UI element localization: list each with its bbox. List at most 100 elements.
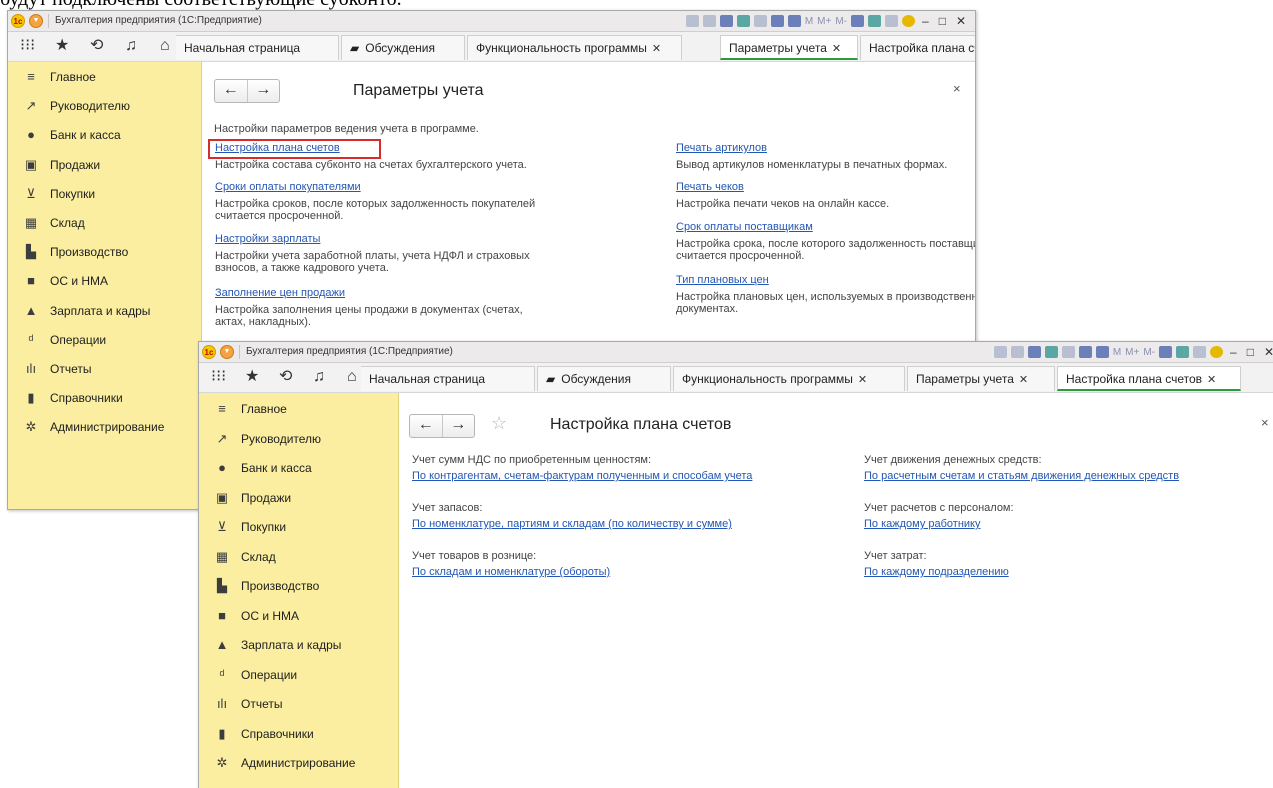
memory-minus-button[interactable]: M- — [1143, 347, 1155, 358]
panels-icon[interactable] — [1176, 346, 1189, 358]
close-tab-icon[interactable]: ✕ — [1207, 374, 1216, 386]
tab-chart-of-accounts[interactable]: Настройка плана счетов✕ — [1057, 366, 1241, 391]
sidebar-item[interactable]: ↗ Руководителю — [199, 425, 398, 453]
calculator-icon[interactable] — [1078, 346, 1092, 358]
notifications-bell-icon[interactable]: ♫ — [125, 38, 137, 54]
save-icon[interactable] — [993, 346, 1007, 358]
setting-value-personnel[interactable]: По каждому работнику — [864, 518, 981, 530]
sidebar-item[interactable]: ▣ Продажи — [199, 484, 398, 512]
close-icon[interactable]: × — [953, 81, 961, 96]
tab-discussions[interactable]: ▰ Обсуждения — [341, 35, 465, 60]
sidebar-item[interactable]: ▦ Склад — [199, 543, 398, 571]
close-tab-icon[interactable]: ✕ — [1019, 374, 1028, 386]
link-print-articles[interactable]: Печать артикулов — [676, 142, 767, 154]
sidebar-item[interactable]: ▮ Справочники — [8, 384, 201, 412]
sidebar-item[interactable]: ▙ Производство — [8, 238, 201, 266]
compare-icon[interactable] — [753, 15, 767, 27]
sidebar-item[interactable]: ● Банк и касса — [8, 121, 201, 149]
link-sales-price-filling[interactable]: Заполнение цен продажи — [215, 287, 345, 299]
tab-functionality[interactable]: Функциональность программы ✕ — [467, 35, 682, 60]
close-window-button[interactable]: ✕ — [953, 14, 969, 28]
forward-arrow-icon[interactable]: → — [248, 80, 280, 102]
tab-discussions[interactable]: ▰ Обсуждения — [537, 366, 671, 391]
apps-grid-icon[interactable]: ⁝⁝⁝ — [211, 369, 226, 385]
sidebar-item[interactable]: ≡ Главное — [8, 63, 201, 91]
sidebar-item[interactable]: ▣ Продажи — [8, 151, 201, 179]
tab-home[interactable]: Начальная страница — [176, 35, 339, 60]
link-icon[interactable] — [736, 15, 750, 27]
user-icon[interactable] — [1193, 346, 1206, 358]
maximize-button[interactable]: □ — [1244, 345, 1257, 359]
link-print-receipts[interactable]: Печать чеков — [676, 181, 744, 193]
setting-value-inventory[interactable]: По номенклатуре, партиям и складам (по к… — [412, 518, 732, 530]
back-arrow-icon[interactable]: ← — [410, 415, 443, 437]
memory-button[interactable]: M — [1113, 347, 1121, 358]
user-icon[interactable] — [885, 15, 898, 27]
home-icon[interactable]: ⌂ — [347, 369, 357, 385]
home-icon[interactable]: ⌂ — [160, 38, 170, 54]
info-icon[interactable] — [1210, 346, 1223, 358]
sidebar-item[interactable]: ✲ Администрирование — [199, 749, 398, 777]
back-arrow-icon[interactable]: ← — [215, 80, 248, 102]
main-menu-icon[interactable]: ▼ — [29, 14, 43, 28]
print-icon[interactable] — [1010, 346, 1024, 358]
tab-chart-of-accounts[interactable]: Настройка плана счетов✕ — [860, 35, 975, 60]
sidebar-item[interactable]: ᵈ Операции — [199, 661, 398, 689]
sidebar-item[interactable]: ✲ Администрирование — [8, 413, 201, 441]
setting-value-costs[interactable]: По каждому подразделению — [864, 566, 1009, 578]
1c-logo-icon[interactable]: 1c — [11, 14, 25, 28]
preview-icon[interactable] — [1027, 346, 1041, 358]
sidebar-item[interactable]: ᵈ Операции — [8, 326, 201, 354]
favorites-star-icon[interactable]: ★ — [245, 369, 259, 385]
sidebar-item[interactable]: ● Банк и касса — [199, 454, 398, 482]
sidebar-item[interactable]: ⊻ Покупки — [199, 513, 398, 541]
close-tab-icon[interactable]: ✕ — [832, 43, 841, 55]
favorites-star-icon[interactable]: ★ — [55, 38, 69, 54]
compare-icon[interactable] — [1061, 346, 1075, 358]
sidebar-item[interactable]: ▙ Производство — [199, 572, 398, 600]
link-planned-price-type[interactable]: Тип плановых цен — [676, 274, 769, 286]
link-customer-payment-terms[interactable]: Сроки оплаты покупателями — [215, 181, 361, 193]
tab-accounting-parameters[interactable]: Параметры учета ✕ — [907, 366, 1055, 391]
tab-home[interactable]: Начальная страница — [361, 366, 535, 391]
setting-value-vat[interactable]: По контрагентам, счетам-фактурам получен… — [412, 470, 752, 482]
sidebar-item[interactable]: ■ ОС и НМА — [8, 267, 201, 295]
info-icon[interactable] — [902, 15, 915, 27]
calculator-icon[interactable] — [770, 15, 784, 27]
panels-icon[interactable] — [868, 15, 881, 27]
setting-value-cash-flow[interactable]: По расчетным счетам и статьям движения д… — [864, 470, 1179, 482]
minimize-button[interactable]: – — [919, 14, 932, 28]
sidebar-item[interactable]: ▲ Зарплата и кадры — [199, 631, 398, 659]
sidebar-item[interactable]: ■ ОС и НМА — [199, 602, 398, 630]
sidebar-item[interactable]: ≡ Главное — [199, 395, 398, 423]
setting-value-retail[interactable]: По складам и номенклатуре (обороты) — [412, 566, 610, 578]
sidebar-item[interactable]: ▮ Справочники — [199, 720, 398, 748]
zoom-icon[interactable] — [1159, 346, 1172, 358]
close-tab-icon[interactable]: ✕ — [652, 43, 661, 55]
main-menu-icon[interactable]: ▼ — [220, 345, 234, 359]
tab-accounting-parameters[interactable]: Параметры учета ✕ — [720, 35, 858, 60]
preview-icon[interactable] — [719, 15, 733, 27]
calendar-icon[interactable] — [787, 15, 801, 27]
calendar-icon[interactable] — [1095, 346, 1109, 358]
print-icon[interactable] — [702, 15, 716, 27]
link-icon[interactable] — [1044, 346, 1058, 358]
sidebar-item[interactable]: ▦ Склад — [8, 209, 201, 237]
history-icon[interactable]: ⟲ — [90, 38, 103, 54]
history-icon[interactable]: ⟲ — [279, 369, 292, 385]
sidebar-item[interactable]: ılı Отчеты — [199, 690, 398, 718]
memory-minus-button[interactable]: M- — [835, 16, 847, 27]
save-icon[interactable] — [685, 15, 699, 27]
minimize-button[interactable]: – — [1227, 345, 1240, 359]
link-supplier-payment-terms[interactable]: Срок оплаты поставщикам — [676, 221, 813, 233]
notifications-bell-icon[interactable]: ♫ — [313, 369, 325, 385]
tab-functionality[interactable]: Функциональность программы ✕ — [673, 366, 905, 391]
close-icon[interactable]: × — [1261, 415, 1269, 430]
1c-logo-icon[interactable]: 1c — [202, 345, 216, 359]
close-tab-icon[interactable]: ✕ — [858, 374, 867, 386]
sidebar-item[interactable]: ılı Отчеты — [8, 355, 201, 383]
memory-button[interactable]: M — [805, 16, 813, 27]
forward-arrow-icon[interactable]: → — [443, 415, 475, 437]
close-window-button[interactable]: ✕ — [1261, 345, 1273, 359]
zoom-icon[interactable] — [851, 15, 864, 27]
